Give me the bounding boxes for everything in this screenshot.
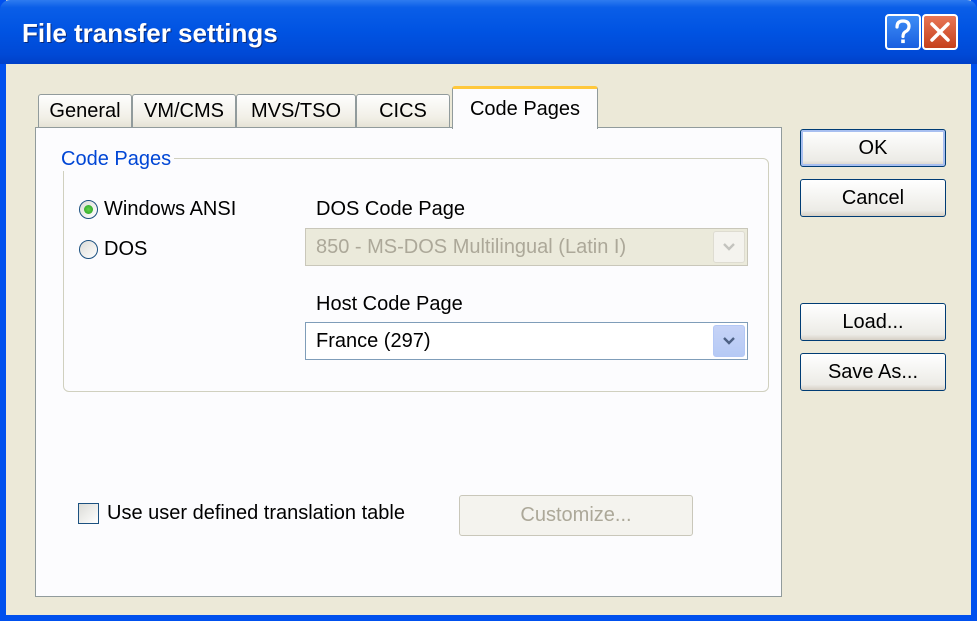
chevron-down-icon xyxy=(713,231,745,263)
button-label: Cancel xyxy=(841,186,905,209)
dos-code-page-select: 850 - MS-DOS Multilingual (Latin I) xyxy=(305,228,748,266)
question-mark-icon xyxy=(895,19,911,44)
customize-button: Customize... xyxy=(459,495,693,536)
radio-label: Windows ANSI xyxy=(104,198,237,220)
radio-label: DOS xyxy=(104,238,148,260)
radio-checked-icon xyxy=(79,200,98,219)
save-as-button[interactable]: Save As... xyxy=(800,353,946,391)
button-label: Load... xyxy=(842,310,904,333)
cancel-button[interactable]: Cancel xyxy=(800,179,946,217)
tab-label: Code Pages xyxy=(469,97,581,120)
tab-vm-cms[interactable]: VM/CMS xyxy=(132,94,236,128)
tab-panel-code-pages: Code Pages Windows ANSI DOS DOS Code Pag… xyxy=(35,127,782,597)
select-value: 850 - MS-DOS Multilingual (Latin I) xyxy=(316,235,627,258)
radio-dos[interactable]: DOS xyxy=(79,238,147,261)
tab-mvs-tso[interactable]: MVS/TSO xyxy=(236,94,356,128)
checkbox-label: Use user defined translation table xyxy=(107,502,405,524)
chevron-down-icon[interactable] xyxy=(713,325,745,357)
user-translation-checkbox[interactable]: Use user defined translation table xyxy=(78,502,405,525)
dialog-window: File transfer settings General VM/CMS MV… xyxy=(0,0,977,621)
button-label: Customize... xyxy=(520,504,632,526)
tab-code-pages[interactable]: Code Pages xyxy=(452,86,598,129)
button-label: Save As... xyxy=(827,360,919,383)
tab-cics[interactable]: CICS xyxy=(356,94,450,128)
help-button[interactable] xyxy=(885,14,921,50)
group-title: Code Pages xyxy=(58,148,175,171)
host-code-page-label: Host Code Page xyxy=(316,293,463,315)
dos-code-page-label: DOS Code Page xyxy=(316,198,465,220)
tab-general[interactable]: General xyxy=(38,94,132,128)
tab-label: VM/CMS xyxy=(144,100,224,122)
tab-label: CICS xyxy=(379,100,427,122)
checkbox-box[interactable] xyxy=(78,503,99,524)
select-value: France (297) xyxy=(316,329,431,352)
radio-windows-ansi[interactable]: Windows ANSI xyxy=(79,198,236,221)
window-title: File transfer settings xyxy=(22,18,278,48)
button-label: OK xyxy=(858,136,888,159)
close-x-icon xyxy=(930,22,950,42)
title-bar[interactable]: File transfer settings xyxy=(0,0,977,64)
tab-label: MVS/TSO xyxy=(250,100,341,122)
host-code-page-select[interactable]: France (297) xyxy=(305,322,748,360)
radio-unchecked-icon xyxy=(79,240,98,259)
tab-label: General xyxy=(49,100,121,122)
ok-button[interactable]: OK xyxy=(800,129,946,167)
close-button[interactable] xyxy=(922,14,958,50)
load-button[interactable]: Load... xyxy=(800,303,946,341)
